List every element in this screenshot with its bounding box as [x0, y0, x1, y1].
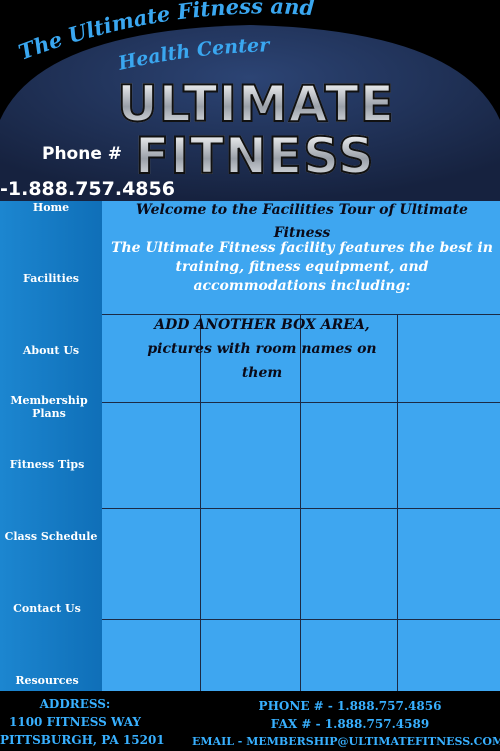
intro-text: The Ultimate Fitness facility features t…: [111, 240, 493, 294]
sidebar-nav: Home Facilities About Us Membership Plan…: [0, 201, 102, 691]
logo-fitness: FITNESS: [130, 129, 380, 183]
logo-ultimate: ULTIMATE: [100, 77, 412, 131]
nav-about-us[interactable]: About Us: [0, 344, 102, 357]
phone-number: -1.888.757.4856: [0, 178, 175, 200]
grid-line: [102, 619, 500, 620]
nav-fitness-tips[interactable]: Fitness Tips: [0, 458, 102, 471]
address-label: ADDRESS:: [39, 697, 111, 711]
footer-phone: PHONE # - 1.888.757.4856: [258, 699, 442, 713]
nav-contact-us[interactable]: Contact Us: [0, 602, 98, 615]
main-content: Welcome to the Facilities Tour of Ultima…: [102, 201, 500, 691]
nav-facilities[interactable]: Facilities: [0, 272, 102, 285]
nav-resources[interactable]: Resources: [0, 674, 98, 687]
address-line1: 1100 FITNESS WAY: [9, 715, 141, 729]
placeholder-note: ADD ANOTHER BOX AREA, pictures with room…: [147, 317, 377, 381]
footer-email[interactable]: EMAIL - MEMBERSHIP@ULTIMATEFITNESS.COM: [192, 733, 500, 751]
nav-membership-plans[interactable]: Membership Plans: [2, 394, 96, 420]
grid-line: [397, 314, 398, 691]
grid-line: [102, 402, 500, 403]
phone-label: Phone #: [42, 144, 123, 164]
site-header: The Ultimate Fitness and Health Center U…: [0, 0, 500, 201]
address-line2: PITTSBURGH, PA 15201: [0, 733, 165, 747]
nav-home[interactable]: Home: [0, 201, 102, 214]
phone-number-value: 1.888.757.4856: [7, 178, 175, 200]
nav-class-schedule[interactable]: Class Schedule: [0, 530, 106, 543]
footer-fax: FAX # - 1.888.757.4589: [270, 717, 430, 731]
site-footer: ADDRESS: 1100 FITNESS WAY PITTSBURGH, PA…: [0, 691, 500, 750]
grid-line: [102, 508, 500, 509]
